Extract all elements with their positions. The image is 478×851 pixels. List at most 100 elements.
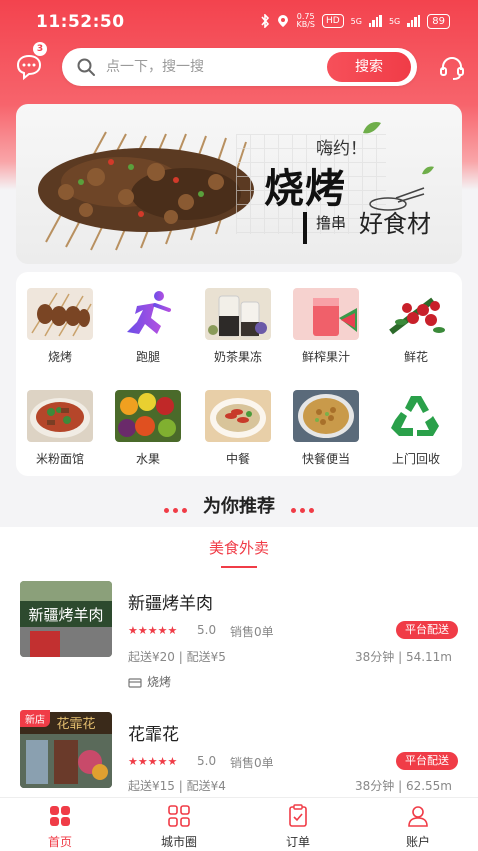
shop-sales: 销售0单 — [230, 756, 274, 770]
banner-sub-text: 撸串 — [316, 214, 347, 232]
search-bar[interactable]: 搜索 — [62, 48, 417, 86]
category-grid: 烧烤 跑腿 奶茶果冻 鲜榨果汁 鲜花 米粉面馆 水果 中餐 快餐便当 上门回收 — [16, 272, 462, 476]
shop-tag-label: 烧烤 — [147, 675, 172, 689]
location-icon — [278, 15, 289, 27]
recommend-section-title: 为你推荐 — [0, 492, 478, 518]
platform-delivery-badge: 平台配送 — [396, 621, 458, 639]
tab-label: 城市圈 — [160, 835, 197, 849]
signal-bars-2-icon — [407, 15, 421, 27]
search-button[interactable]: 搜索 — [327, 52, 411, 82]
status-bar: 11:52:50 0.75 KB/S HD 5G 5G 89 — [0, 0, 478, 44]
category-label: 上门回收 — [391, 452, 440, 466]
juice-image — [293, 288, 359, 340]
shop-thumbnail: 新疆烤羊肉 — [20, 581, 112, 657]
tab-label: 首页 — [47, 835, 72, 849]
signal-label-1: 5G — [350, 16, 362, 26]
new-shop-badge: 新店 — [20, 710, 50, 727]
tab-city-circle[interactable]: 城市圈 — [129, 804, 229, 850]
customer-service-button[interactable] — [438, 54, 466, 82]
message-count-badge: 3 — [33, 42, 47, 56]
recommend-title-text: 为你推荐 — [203, 496, 275, 517]
fast-food-image — [293, 390, 359, 442]
search-input[interactable] — [106, 56, 306, 78]
shop-fee: 起送¥15 | 配送¥4 — [128, 779, 226, 793]
bluetooth-icon — [261, 14, 270, 28]
messages-button[interactable] — [14, 52, 44, 82]
shop-tag: 烧烤 — [128, 673, 171, 690]
tab-account[interactable]: 账户 — [368, 804, 468, 850]
category-label: 奶茶果冻 — [213, 350, 262, 364]
platform-delivery-badge: 平台配送 — [396, 752, 458, 770]
network-speed: 0.75 KB/S — [296, 13, 315, 29]
category-bbq[interactable]: 烧烤 — [20, 288, 100, 365]
hd-indicator: HD — [321, 14, 344, 28]
milk-tea-image — [205, 288, 271, 340]
tab-indicator — [221, 566, 257, 568]
banner-title: 烧烤 — [264, 165, 346, 212]
plate-icon — [369, 187, 425, 211]
category-label: 烧烤 — [47, 350, 72, 364]
category-chinese-food[interactable]: 中餐 — [198, 390, 278, 467]
category-errand[interactable]: 跑腿 — [108, 288, 188, 365]
tab-label: 账户 — [405, 835, 430, 849]
category-label: 鲜榨果汁 — [301, 350, 350, 364]
shop-rating: 5.0 — [197, 754, 217, 768]
shop-rating: 5.0 — [197, 623, 217, 637]
category-noodles[interactable]: 米粉面馆 — [20, 390, 100, 467]
noodles-image — [27, 390, 93, 442]
promo-banner[interactable]: 嗨约！ 烧烤 撸串 好食材 — [16, 104, 462, 264]
star-rating-icon: ★★★★★ — [128, 624, 178, 637]
shop-card[interactable]: 新疆烤羊肉 新疆烤羊肉 ★★★★★ 5.0 销售0单 平台配送 起送¥20 | … — [0, 579, 478, 699]
account-icon — [408, 806, 428, 827]
battery-indicator: 89 — [427, 13, 450, 29]
chat-bubble-icon — [16, 54, 42, 81]
flowers-image — [383, 288, 449, 340]
status-time: 11:52:50 — [36, 12, 125, 32]
shop-name: 花霏花 — [128, 725, 179, 745]
banner-exclaim-mark — [303, 212, 307, 244]
category-label: 中餐 — [225, 452, 250, 466]
tab-label: 订单 — [285, 835, 310, 849]
net-speed-unit: KB/S — [296, 20, 315, 29]
category-label: 跑腿 — [135, 350, 160, 364]
category-fast-food[interactable]: 快餐便当 — [286, 390, 366, 467]
leaf-icon — [422, 166, 434, 175]
category-flowers[interactable]: 鲜花 — [376, 288, 456, 365]
category-label: 米粉面馆 — [35, 452, 84, 466]
tab-home[interactable]: 首页 — [10, 804, 110, 850]
shop-list: 美食外卖 新疆烤羊肉 新疆烤羊肉 ★★★★★ 5.0 销售0单 平台配送 起送¥… — [0, 527, 478, 797]
storefront-sign-text: 花霏花 — [56, 716, 95, 732]
shop-sales: 销售0单 — [230, 625, 274, 639]
star-rating-icon: ★★★★★ — [128, 755, 178, 768]
shop-distance: 38分钟 | 54.11m — [355, 650, 452, 664]
shop-distance: 38分钟 | 62.55m — [355, 779, 452, 793]
category-label: 鲜花 — [403, 350, 428, 364]
category-juice[interactable]: 鲜榨果汁 — [286, 288, 366, 365]
shop-name: 新疆烤羊肉 — [128, 594, 213, 614]
headset-icon — [440, 57, 464, 80]
store-icon — [128, 677, 142, 688]
fruit-image — [115, 390, 181, 442]
storefront-sign-text: 新疆烤羊肉 — [28, 606, 103, 624]
status-icons: 0.75 KB/S HD 5G 5G 89 — [260, 13, 450, 29]
shop-card[interactable]: 花霏花 新店 花霏花 ★★★★★ 5.0 销售0单 平台配送 起送¥15 | 配… — [0, 710, 478, 800]
tab-food-delivery[interactable]: 美食外卖 — [0, 537, 478, 558]
category-label: 水果 — [135, 452, 160, 466]
category-recycle[interactable]: 上门回收 — [376, 390, 456, 467]
title-dots-left — [162, 497, 189, 518]
recycle-icon — [383, 390, 449, 442]
shop-fee: 起送¥20 | 配送¥5 — [128, 650, 226, 664]
category-fruit[interactable]: 水果 — [108, 390, 188, 467]
category-milk-tea[interactable]: 奶茶果冻 — [198, 288, 278, 365]
tab-orders[interactable]: 订单 — [248, 804, 348, 850]
orders-icon — [289, 804, 307, 827]
runner-icon — [115, 288, 181, 340]
search-icon — [77, 58, 95, 76]
bbq-skewers-image — [38, 131, 254, 251]
chinese-food-image — [205, 390, 271, 442]
bottom-tab-bar: 首页 城市圈 订单 账户 — [0, 797, 478, 851]
signal-bars-1-icon — [368, 15, 382, 27]
city-circle-icon — [168, 805, 190, 827]
bbq-image — [27, 288, 93, 340]
category-label: 快餐便当 — [301, 452, 350, 466]
